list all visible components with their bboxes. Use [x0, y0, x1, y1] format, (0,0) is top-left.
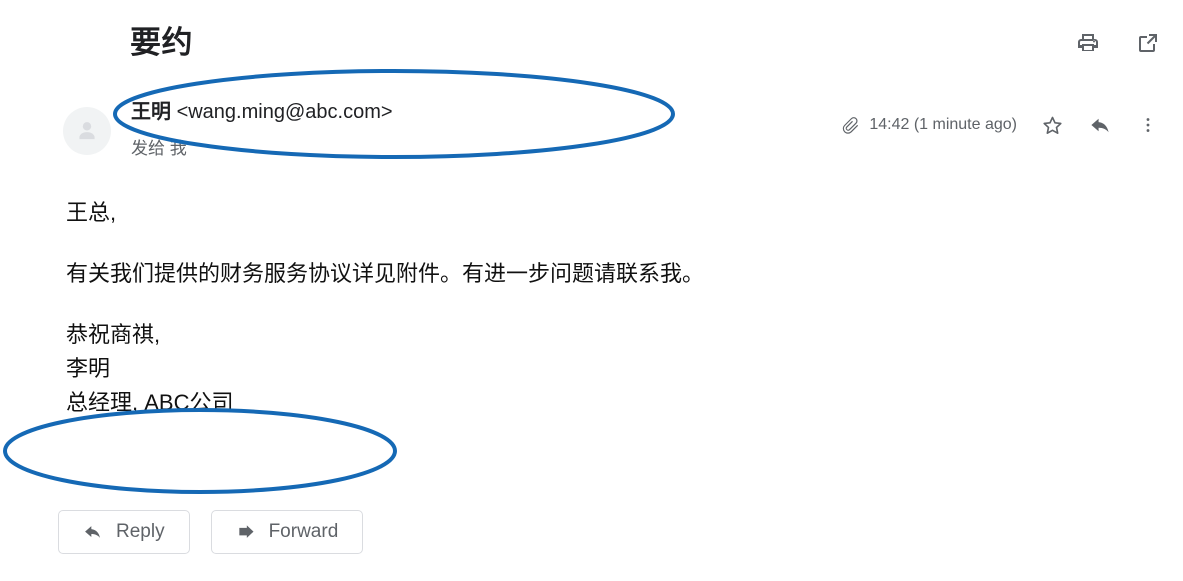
forward-button[interactable]: Forward — [210, 510, 364, 554]
signature-spacer — [66, 291, 1106, 318]
reply-button[interactable]: Reply — [58, 510, 190, 554]
message-timestamp-group: 14:42 (1 minute ago) — [841, 116, 1017, 135]
sender-email: <wang.ming@abc.com> — [176, 101, 393, 123]
message-meta-actions: 14:42 (1 minute ago) — [841, 112, 1161, 138]
message-body: 王总, 有关我们提供的财务服务协议详见附件。有进一步问题请联系我。 恭祝商祺, … — [66, 196, 1106, 420]
sender-line[interactable]: 王明 <wang.ming@abc.com> — [131, 99, 393, 126]
reply-arrow-icon — [83, 522, 103, 542]
message-window-actions — [1075, 30, 1161, 56]
timestamp-text: 14:42 (1 minute ago) — [869, 116, 1017, 133]
email-message-view: 要约 王明 <wang.ming@abc.com> 发给 我 14:42 (1 … — [0, 0, 1183, 581]
reply-button-label: Reply — [116, 521, 165, 542]
sender-name: 王明 — [131, 101, 171, 123]
print-icon[interactable] — [1075, 30, 1101, 56]
annotation-ellipse-2 — [3, 408, 397, 494]
forward-arrow-icon — [236, 522, 256, 542]
avatar — [63, 107, 111, 155]
page-title: 要约 — [130, 25, 193, 60]
signature-block: 恭祝商祺, 李明 总经理, ABC公司 — [66, 318, 1106, 420]
attachment-icon — [841, 116, 860, 135]
open-in-new-icon[interactable] — [1135, 30, 1161, 56]
body-salutation: 王总, — [66, 200, 117, 225]
body-paragraph: 有关我们提供的财务服务协议详见附件。有进一步问题请联系我。 — [66, 261, 705, 287]
signature-title: 总经理, ABC公司 — [66, 390, 234, 416]
signature-name: 李明 — [66, 356, 111, 382]
recipient-line[interactable]: 发给 我 — [131, 138, 187, 161]
message-footer-actions: Reply Forward — [58, 510, 364, 554]
more-vert-icon[interactable] — [1135, 112, 1161, 138]
forward-button-label: Forward — [268, 521, 339, 542]
signature-closing: 恭祝商祺, — [66, 322, 161, 348]
reply-icon[interactable] — [1087, 112, 1113, 138]
star-icon[interactable] — [1039, 112, 1065, 138]
